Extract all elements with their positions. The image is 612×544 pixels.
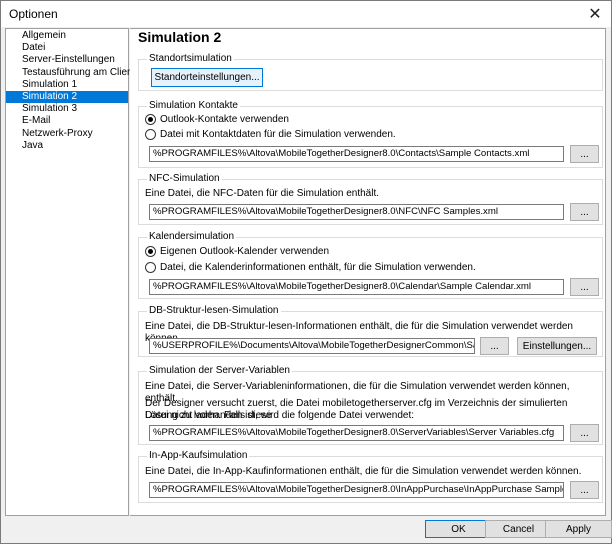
group-label: NFC-Simulation bbox=[147, 173, 222, 185]
servervariablen-group: Simulation der Server-Variablen Eine Dat… bbox=[138, 365, 603, 445]
option-label: Datei, die Kalenderinformationen enthält… bbox=[160, 262, 476, 273]
page-title: Simulation 2 bbox=[138, 29, 222, 45]
standort-group: Standortsimulation Standorteinstellungen… bbox=[138, 53, 603, 91]
radio-button[interactable] bbox=[145, 129, 156, 140]
inapp-group: In-App-Kaufsimulation Eine Datei, die In… bbox=[138, 450, 603, 503]
sidebar-item-simulation-1[interactable]: Simulation 1 bbox=[6, 79, 128, 91]
sidebar-item-netzwerk-proxy[interactable]: Netzwerk-Proxy bbox=[6, 128, 128, 140]
radio-button[interactable] bbox=[145, 262, 156, 273]
kalender-group: Kalendersimulation Eigenen Outlook-Kalen… bbox=[138, 231, 603, 299]
contacts-file-option[interactable]: Datei mit Kontaktdaten für die Simulatio… bbox=[145, 129, 396, 140]
calendar-browse-button[interactable]: ... bbox=[570, 278, 599, 296]
standort-settings-button[interactable]: Standorteinstellungen... bbox=[151, 68, 263, 87]
contacts-browse-button[interactable]: ... bbox=[570, 145, 599, 163]
calendar-file-option[interactable]: Datei, die Kalenderinformationen enthält… bbox=[145, 262, 476, 273]
calendar-file-path-input[interactable]: %PROGRAMFILES%\Altova\MobileTogetherDesi… bbox=[149, 279, 564, 295]
sidebar-item-server-einstellungen[interactable]: Server-Einstellungen bbox=[6, 54, 128, 66]
nfc-browse-button[interactable]: ... bbox=[570, 203, 599, 221]
dbstruktur-file-path-input[interactable]: %USERPROFILE%\Documents\Altova\MobileTog… bbox=[149, 338, 475, 354]
sidebar-item-java[interactable]: Java bbox=[6, 140, 128, 152]
dbstruktur-settings-button[interactable]: Einstellungen... bbox=[517, 337, 597, 355]
radio-button[interactable] bbox=[145, 114, 156, 125]
nfc-description: Eine Datei, die NFC-Daten für die Simula… bbox=[145, 188, 380, 199]
settings-panel: Simulation 2 Standortsimulation Standort… bbox=[130, 28, 606, 516]
dbstruktur-group: DB-Struktur-lesen-Simulation Eine Datei,… bbox=[138, 305, 603, 357]
title-bar: Optionen ✕ bbox=[1, 1, 611, 27]
outlook-contacts-option[interactable]: Outlook-Kontakte verwenden bbox=[145, 114, 289, 125]
inapp-description: Eine Datei, die In-App-Kaufinformationen… bbox=[145, 466, 582, 477]
sidebar-item-testausfuehrung[interactable]: Testausführung am Client bbox=[6, 67, 135, 79]
servervariablen-file-path-input[interactable]: %PROGRAMFILES%\Altova\MobileTogetherDesi… bbox=[149, 425, 564, 441]
options-dialog: Optionen ✕ Allgemein Datei Server-Einste… bbox=[0, 0, 612, 544]
kontakte-group: Simulation Kontakte Outlook-Kontakte ver… bbox=[138, 100, 603, 168]
option-label: Eigenen Outlook-Kalender verwenden bbox=[160, 246, 329, 257]
servervariablen-note-line2: Datei nicht vorhanden ist, wird die folg… bbox=[145, 410, 415, 421]
group-label: In-App-Kaufsimulation bbox=[147, 450, 250, 462]
nfc-file-path-input[interactable]: %PROGRAMFILES%\Altova\MobileTogetherDesi… bbox=[149, 204, 564, 220]
group-label: Kalendersimulation bbox=[147, 231, 237, 243]
cancel-button[interactable]: Cancel bbox=[485, 520, 552, 538]
option-label: Outlook-Kontakte verwenden bbox=[160, 114, 289, 125]
ok-button[interactable]: OK bbox=[425, 520, 492, 538]
window-title: Optionen bbox=[9, 7, 58, 21]
group-label: Simulation Kontakte bbox=[147, 100, 240, 112]
sidebar-item-email[interactable]: E-Mail bbox=[6, 115, 128, 127]
sidebar-item-datei[interactable]: Datei bbox=[6, 42, 128, 54]
group-label: DB-Struktur-lesen-Simulation bbox=[147, 305, 281, 317]
apply-button[interactable]: Apply bbox=[545, 520, 612, 538]
inapp-file-path-input[interactable]: %PROGRAMFILES%\Altova\MobileTogetherDesi… bbox=[149, 482, 564, 498]
radio-button[interactable] bbox=[145, 246, 156, 257]
nfc-group: NFC-Simulation Eine Datei, die NFC-Daten… bbox=[138, 173, 603, 225]
servervariablen-browse-button[interactable]: ... bbox=[570, 424, 599, 442]
options-category-list: Allgemein Datei Server-Einstellungen Tes… bbox=[5, 28, 135, 516]
dbstruktur-browse-button[interactable]: ... bbox=[480, 337, 509, 355]
contacts-file-path-input[interactable]: %PROGRAMFILES%\Altova\MobileTogetherDesi… bbox=[149, 146, 564, 162]
sidebar-item-allgemein[interactable]: Allgemein bbox=[6, 30, 128, 42]
close-icon[interactable]: ✕ bbox=[583, 3, 607, 25]
outlook-calendar-option[interactable]: Eigenen Outlook-Kalender verwenden bbox=[145, 246, 329, 257]
group-label: Simulation der Server-Variablen bbox=[147, 365, 292, 377]
option-label: Datei mit Kontaktdaten für die Simulatio… bbox=[160, 129, 396, 140]
sidebar-item-simulation-2[interactable]: Simulation 2 bbox=[6, 90, 128, 104]
sidebar-item-simulation-3[interactable]: Simulation 3 bbox=[6, 103, 128, 115]
inapp-browse-button[interactable]: ... bbox=[570, 481, 599, 499]
group-label: Standortsimulation bbox=[147, 53, 234, 65]
